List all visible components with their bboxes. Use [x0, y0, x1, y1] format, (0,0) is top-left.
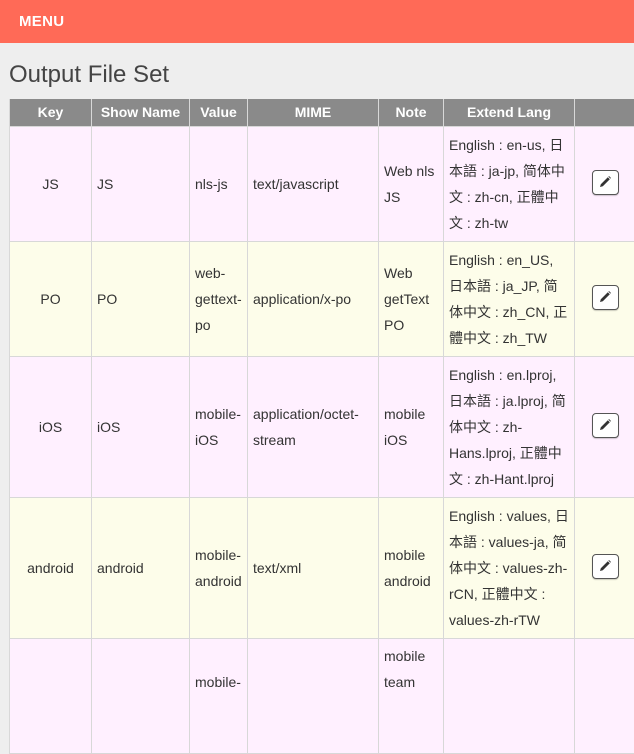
cell-mime: application/octet-stream — [248, 356, 379, 497]
cell-show-name: android — [92, 497, 190, 638]
cell-key: JS — [10, 126, 92, 241]
header-key[interactable]: Key — [10, 99, 92, 126]
header-mime[interactable]: MIME — [248, 99, 379, 126]
pencil-icon — [598, 290, 612, 304]
cell-value: mobile- — [190, 638, 248, 753]
pencil-icon — [598, 559, 612, 573]
cell-value: nls-js — [190, 126, 248, 241]
edit-button[interactable] — [592, 285, 619, 310]
cell-extend-lang: English : en.lproj, 日本語 : ja.lproj, 简体中文… — [444, 356, 575, 497]
header-value[interactable]: Value — [190, 99, 248, 126]
table-row: mobile- mobile team — [10, 638, 634, 753]
cell-actions — [575, 241, 634, 356]
cell-show-name — [92, 638, 190, 753]
cell-show-name: JS — [92, 126, 190, 241]
pencil-icon — [598, 175, 612, 189]
cell-extend-lang — [444, 638, 575, 753]
cell-note: mobile android — [379, 497, 444, 638]
cell-mime: application/x-po — [248, 241, 379, 356]
cell-mime — [248, 638, 379, 753]
header-extend-lang[interactable]: Extend Lang — [444, 99, 575, 126]
cell-actions — [575, 638, 634, 753]
output-file-set-table-wrapper: Key Show Name Value MIME Note Extend Lan… — [9, 99, 634, 754]
menu-button[interactable]: MENU — [19, 13, 64, 30]
edit-button[interactable] — [592, 554, 619, 579]
table-row: iOS iOS mobile-iOS application/octet-str… — [10, 356, 634, 497]
cell-note: mobile iOS — [379, 356, 444, 497]
cell-value: mobile-android — [190, 497, 248, 638]
cell-value: web-gettext-po — [190, 241, 248, 356]
cell-extend-lang: English : values, 日本語 : values-ja, 简体中文 … — [444, 497, 575, 638]
cell-value: mobile-iOS — [190, 356, 248, 497]
top-bar: MENU — [0, 0, 634, 43]
header-note[interactable]: Note — [379, 99, 444, 126]
cell-note: Web nls JS — [379, 126, 444, 241]
header-actions — [575, 99, 634, 126]
edit-button[interactable] — [592, 413, 619, 438]
pencil-icon — [598, 418, 612, 432]
cell-show-name: iOS — [92, 356, 190, 497]
cell-note: Web getText PO — [379, 241, 444, 356]
cell-mime: text/javascript — [248, 126, 379, 241]
cell-show-name: PO — [92, 241, 190, 356]
page-title: Output File Set — [9, 61, 169, 89]
cell-actions — [575, 356, 634, 497]
cell-key: PO — [10, 241, 92, 356]
table-header-row: Key Show Name Value MIME Note Extend Lan… — [10, 99, 634, 126]
cell-actions — [575, 126, 634, 241]
table-row: PO PO web-gettext-po application/x-po We… — [10, 241, 634, 356]
table-row: JS JS nls-js text/javascript Web nls JS … — [10, 126, 634, 241]
cell-note: mobile team — [379, 638, 444, 753]
cell-extend-lang: English : en_US, 日本語 : ja_JP, 简体中文 : zh_… — [444, 241, 575, 356]
header-show-name[interactable]: Show Name — [92, 99, 190, 126]
edit-button[interactable] — [592, 170, 619, 195]
cell-actions — [575, 497, 634, 638]
cell-mime: text/xml — [248, 497, 379, 638]
table-row: android android mobile-android text/xml … — [10, 497, 634, 638]
output-file-set-table: Key Show Name Value MIME Note Extend Lan… — [9, 99, 634, 754]
cell-key — [10, 638, 92, 753]
cell-key: iOS — [10, 356, 92, 497]
cell-extend-lang: English : en-us, 日本語 : ja-jp, 简体中文 : zh-… — [444, 126, 575, 241]
cell-key: android — [10, 497, 92, 638]
